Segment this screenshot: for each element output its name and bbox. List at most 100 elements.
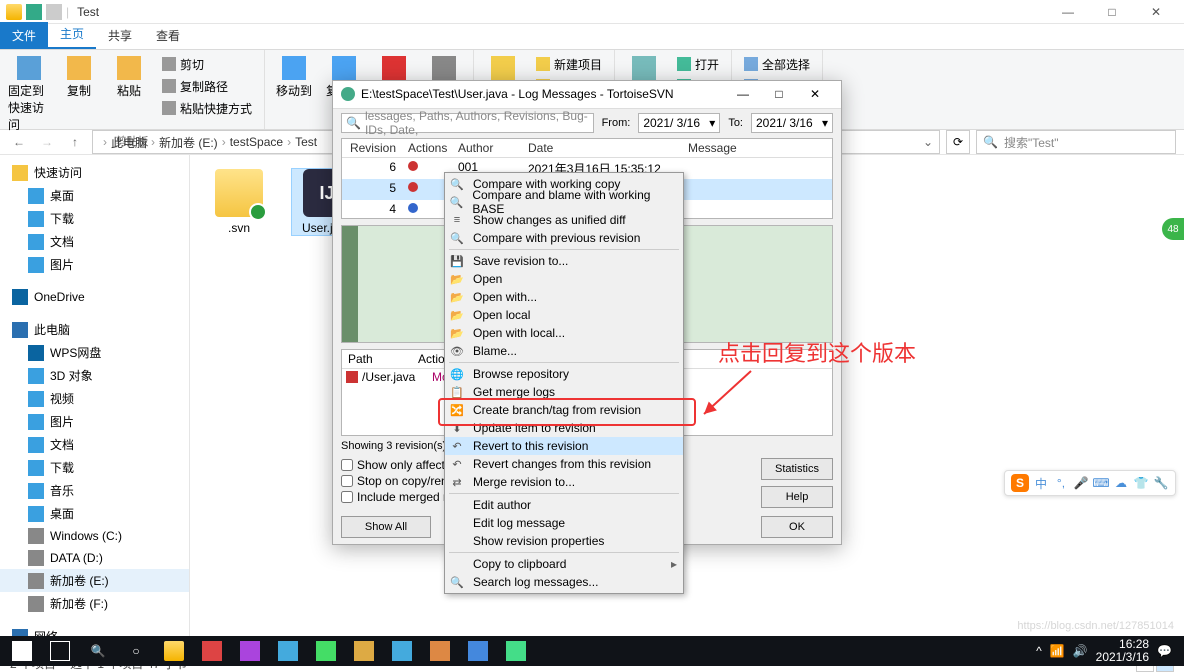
- search-button[interactable]: 🔍: [80, 636, 116, 666]
- copypath-button[interactable]: 复制路径: [158, 76, 256, 96]
- copy-button[interactable]: 复制: [58, 54, 100, 133]
- date-to-input[interactable]: 2021/ 3/16▾: [751, 113, 833, 133]
- ctx-revert-to-revision[interactable]: ↶Revert to this revision: [445, 437, 683, 455]
- ime-mic-icon[interactable]: 🎤: [1073, 475, 1089, 491]
- ime-keyboard-icon[interactable]: ⌨: [1093, 475, 1109, 491]
- ime-cloud-icon[interactable]: ☁: [1113, 475, 1129, 491]
- paste-button[interactable]: 粘贴: [108, 54, 150, 133]
- ctx-edit-log[interactable]: Edit log message: [445, 514, 683, 532]
- ctx-copy-clipboard[interactable]: Copy to clipboard▸: [445, 555, 683, 573]
- ctx-revert-changes[interactable]: ↶Revert changes from this revision: [445, 455, 683, 473]
- ctx-open[interactable]: 📂Open: [445, 270, 683, 288]
- taskbar-app[interactable]: [346, 636, 382, 666]
- nav-downloads[interactable]: 下载: [0, 207, 189, 230]
- maximize-button[interactable]: □: [1090, 0, 1134, 24]
- ctx-edit-author[interactable]: Edit author: [445, 496, 683, 514]
- taskbar-app[interactable]: [232, 636, 268, 666]
- nav-drive-c[interactable]: Windows (C:): [0, 525, 189, 547]
- tray-clock[interactable]: 16:282021/3/16: [1096, 638, 1149, 664]
- crumb[interactable]: 新加卷 (E:): [159, 134, 218, 151]
- nav-drive-f[interactable]: 新加卷 (F:): [0, 592, 189, 615]
- tab-share[interactable]: 共享: [96, 22, 144, 49]
- taskbar-app[interactable]: [460, 636, 496, 666]
- tray-notifications-icon[interactable]: 💬: [1157, 644, 1172, 658]
- notification-badge[interactable]: 48: [1162, 218, 1184, 240]
- start-button[interactable]: [4, 636, 40, 666]
- crumb[interactable]: testSpace: [230, 135, 283, 149]
- cut-button[interactable]: 剪切: [158, 54, 256, 74]
- crumb[interactable]: Test: [295, 135, 317, 149]
- filter-input[interactable]: 🔍lessages, Paths, Authors, Revisions, Bu…: [341, 113, 594, 133]
- ime-tool-icon[interactable]: 🔧: [1153, 475, 1169, 491]
- ctx-open-local-with[interactable]: 📂Open with local...: [445, 324, 683, 342]
- open-button[interactable]: 打开: [673, 54, 723, 74]
- qat-undo-icon[interactable]: [46, 4, 62, 20]
- statistics-button[interactable]: Statistics: [761, 458, 833, 480]
- nav-thispc[interactable]: 此电脑: [0, 318, 189, 341]
- nav-3dobjects[interactable]: 3D 对象: [0, 364, 189, 387]
- search-input[interactable]: 🔍 搜索"Test": [976, 130, 1176, 154]
- back-button[interactable]: ←: [8, 131, 30, 153]
- tab-view[interactable]: 查看: [144, 22, 192, 49]
- ctx-blame[interactable]: 👁Blame...: [445, 342, 683, 360]
- pin-button[interactable]: 固定到快速访问: [8, 54, 50, 133]
- nav-desktop2[interactable]: 桌面: [0, 502, 189, 525]
- dialog-maximize-button[interactable]: □: [761, 83, 797, 105]
- taskbar-explorer[interactable]: [156, 636, 192, 666]
- ctx-compare-prev[interactable]: 🔍Compare with previous revision: [445, 229, 683, 247]
- qat-save-icon[interactable]: [26, 4, 42, 20]
- task-view-button[interactable]: [42, 636, 78, 666]
- up-button[interactable]: ↑: [64, 131, 86, 153]
- nav-pictures[interactable]: 图片: [0, 253, 189, 276]
- ime-cn-toggle[interactable]: 中: [1033, 475, 1049, 491]
- close-button[interactable]: ✕: [1134, 0, 1178, 24]
- tab-file[interactable]: 文件: [0, 22, 48, 49]
- ctx-branch-tag[interactable]: 🔀Create branch/tag from revision: [445, 401, 683, 419]
- tray-network-icon[interactable]: 📶: [1050, 644, 1065, 658]
- selectall-button[interactable]: 全部选择: [740, 54, 814, 74]
- dialog-close-button[interactable]: ✕: [797, 83, 833, 105]
- nav-quick-access[interactable]: 快速访问: [0, 161, 189, 184]
- nav-documents2[interactable]: 文档: [0, 433, 189, 456]
- nav-desktop[interactable]: 桌面: [0, 184, 189, 207]
- ok-button[interactable]: OK: [761, 516, 833, 538]
- sogou-icon[interactable]: S: [1011, 474, 1029, 492]
- refresh-button[interactable]: ⟳: [946, 130, 970, 154]
- minimize-button[interactable]: —: [1046, 0, 1090, 24]
- ctx-open-local[interactable]: 📂Open local: [445, 306, 683, 324]
- nav-wps[interactable]: WPS网盘: [0, 341, 189, 364]
- ctx-search-log[interactable]: 🔍Search log messages...: [445, 573, 683, 591]
- nav-drive-e[interactable]: 新加卷 (E:): [0, 569, 189, 592]
- nav-videos[interactable]: 视频: [0, 387, 189, 410]
- nav-drive-d[interactable]: DATA (D:): [0, 547, 189, 569]
- forward-button[interactable]: →: [36, 131, 58, 153]
- ime-toolbar[interactable]: S 中 °, 🎤 ⌨ ☁ 👕 🔧: [1004, 470, 1176, 496]
- file-item-svn[interactable]: .svn: [204, 169, 274, 235]
- ctx-open-with[interactable]: 📂Open with...: [445, 288, 683, 306]
- nav-pictures2[interactable]: 图片: [0, 410, 189, 433]
- tray-up-icon[interactable]: ^: [1036, 644, 1042, 658]
- taskbar-app[interactable]: [498, 636, 534, 666]
- moveto-button[interactable]: 移动到: [273, 54, 315, 109]
- dialog-minimize-button[interactable]: —: [725, 83, 761, 105]
- nav-documents[interactable]: 文档: [0, 230, 189, 253]
- taskbar-app[interactable]: [384, 636, 420, 666]
- ctx-browse-repo[interactable]: 🌐Browse repository: [445, 365, 683, 383]
- crumb[interactable]: 此电脑: [111, 134, 147, 151]
- newitem-button[interactable]: 新建项目: [532, 54, 606, 74]
- nav-downloads2[interactable]: 下载: [0, 456, 189, 479]
- ime-skin-icon[interactable]: 👕: [1133, 475, 1149, 491]
- date-from-input[interactable]: 2021/ 3/16▾: [638, 113, 720, 133]
- ctx-update-to[interactable]: ⬇Update item to revision: [445, 419, 683, 437]
- tray-volume-icon[interactable]: 🔊: [1073, 644, 1088, 658]
- taskbar-app[interactable]: [422, 636, 458, 666]
- pasteshortcut-button[interactable]: 粘贴快捷方式: [158, 98, 256, 118]
- taskbar-app[interactable]: [194, 636, 230, 666]
- nav-onedrive[interactable]: OneDrive: [0, 286, 189, 308]
- ctx-merge-logs[interactable]: 📋Get merge logs: [445, 383, 683, 401]
- nav-music[interactable]: 音乐: [0, 479, 189, 502]
- ctx-compare-blame[interactable]: 🔍Compare and blame with working BASE: [445, 193, 683, 211]
- taskbar-app[interactable]: [270, 636, 306, 666]
- showall-button[interactable]: Show All: [341, 516, 431, 538]
- tab-home[interactable]: 主页: [48, 20, 96, 49]
